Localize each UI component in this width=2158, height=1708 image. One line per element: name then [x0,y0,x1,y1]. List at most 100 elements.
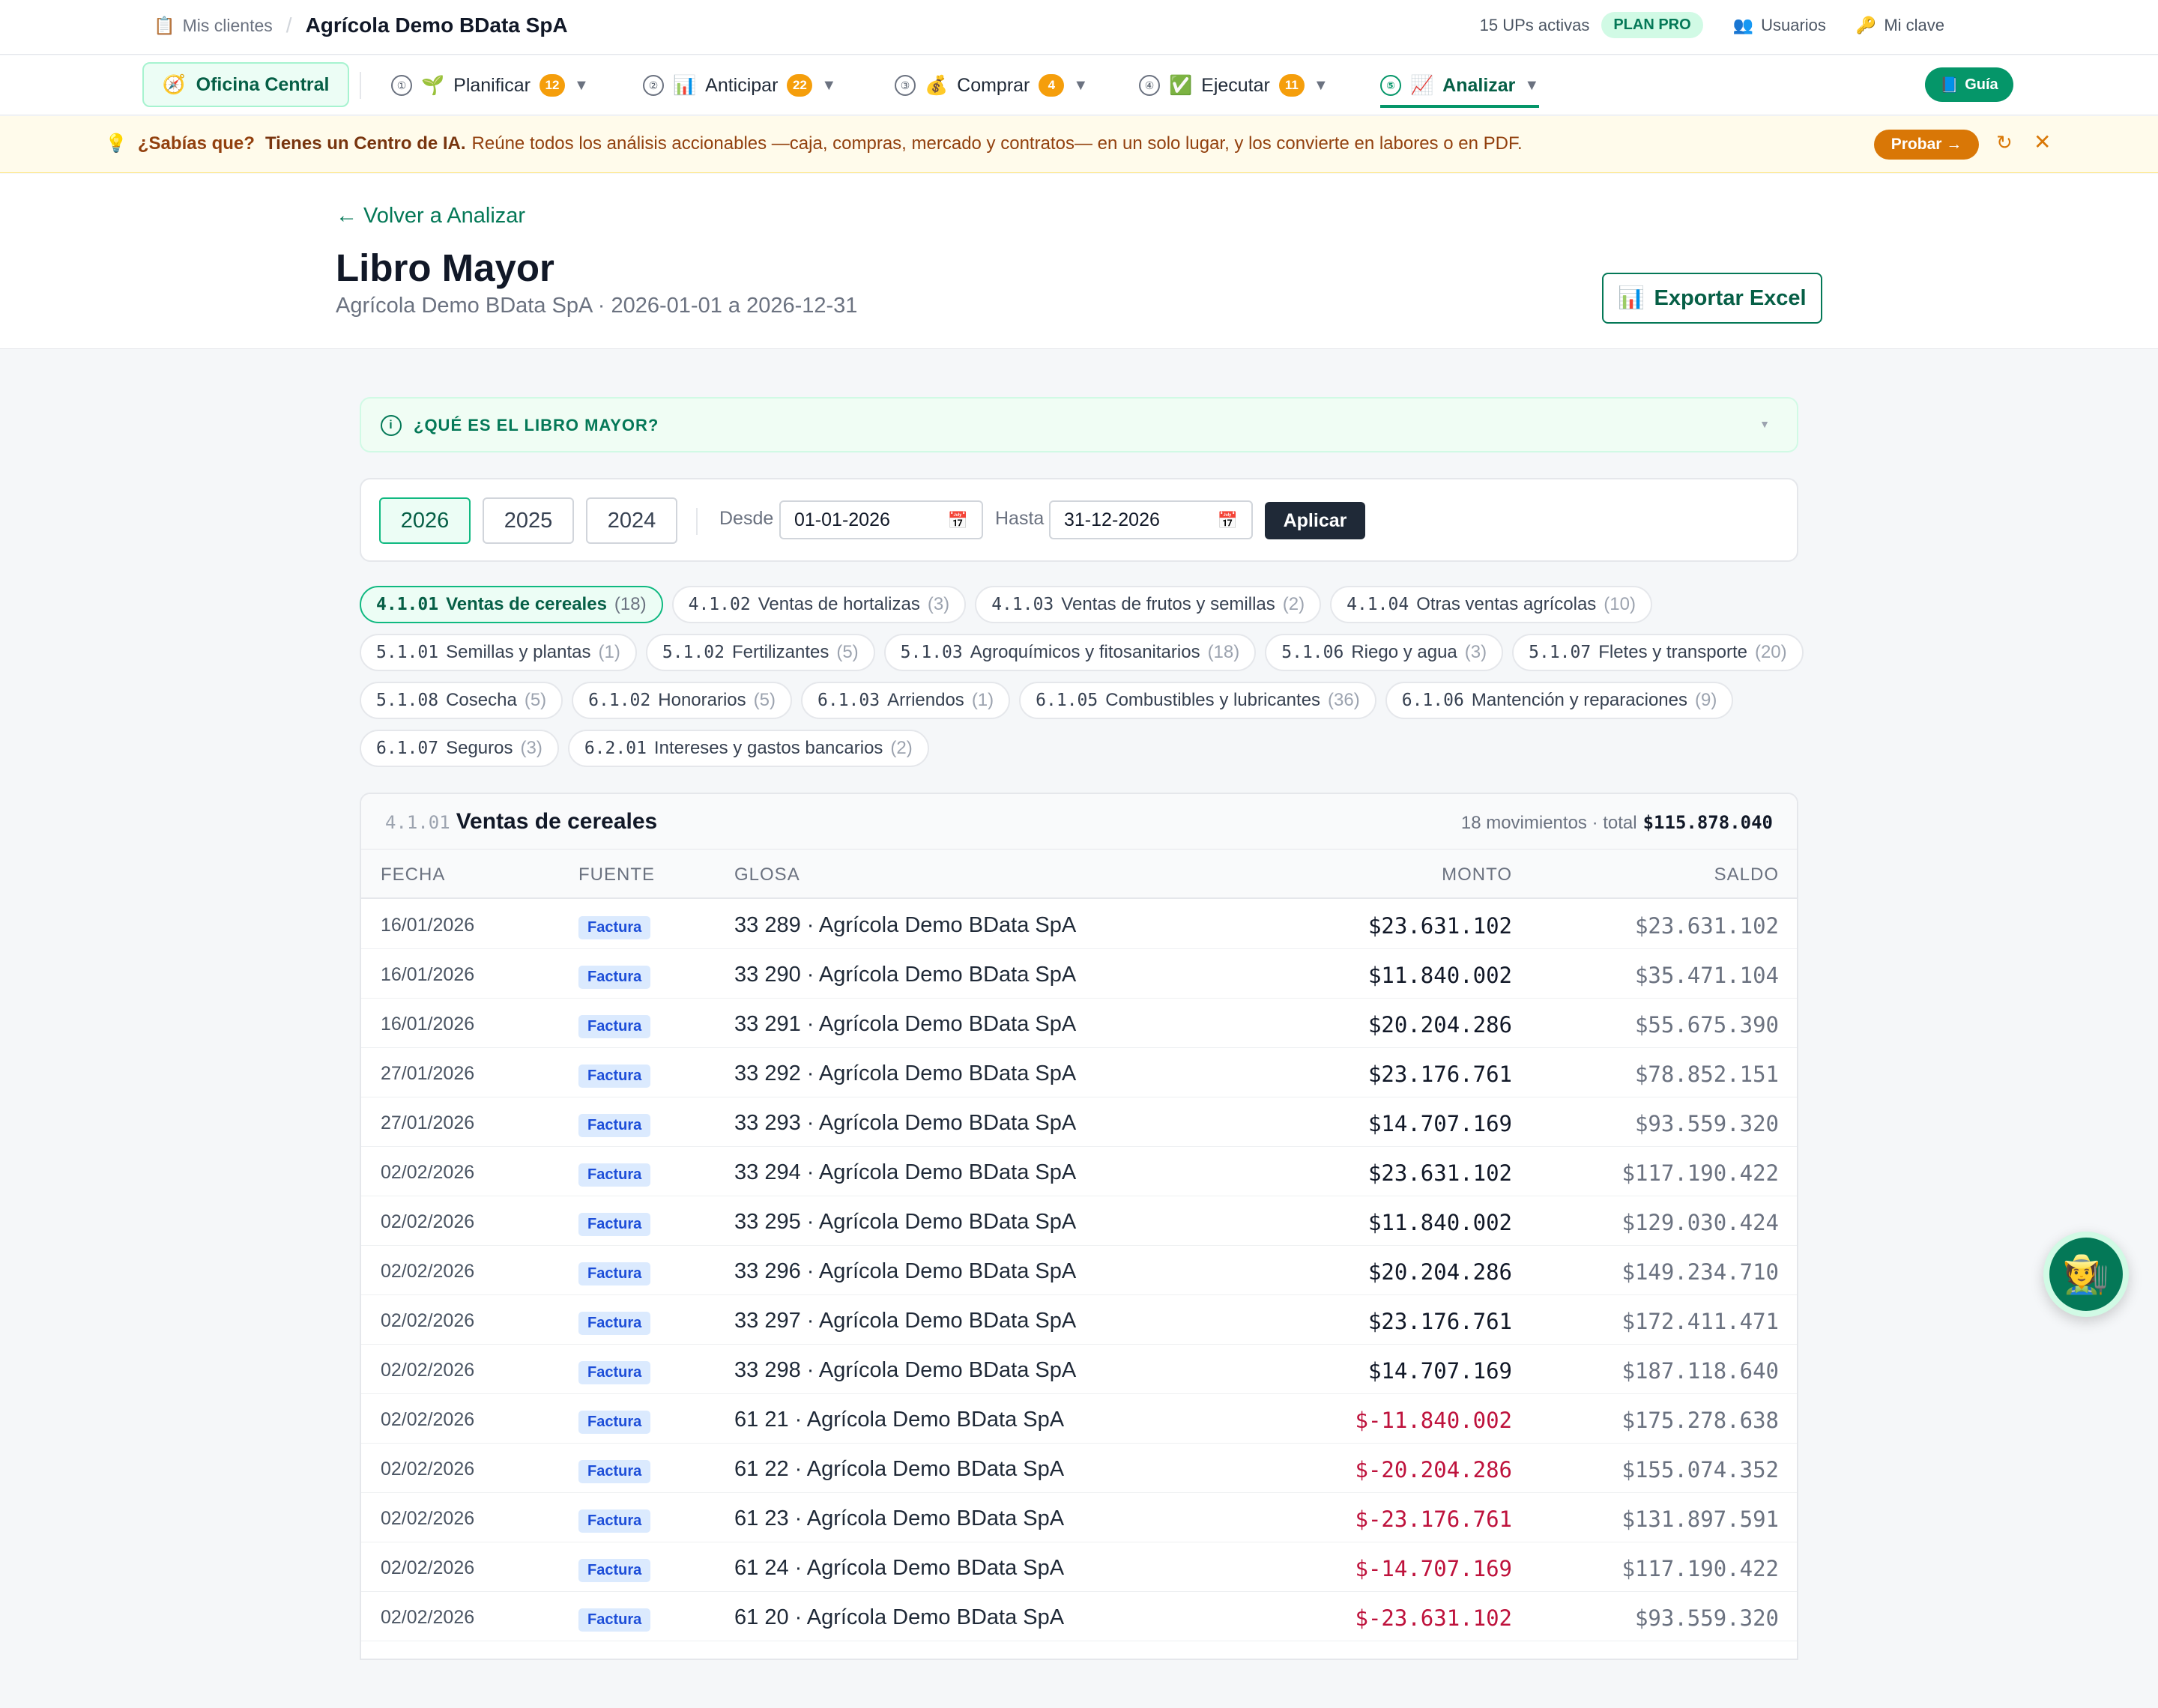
table-row[interactable]: 16/01/2026 Factura 33 290 · Agrícola Demo … [361,949,1797,999]
account-chip-6-1-07[interactable]: 6.1.07 Seguros (3) [360,730,559,767]
table-row[interactable]: 02/02/2026 Factura 33 297 · Agrícola Demo … [361,1295,1797,1345]
row-gloss: 61 20 · Agrícola Demo BData SpA [734,1605,1065,1629]
table-row[interactable]: 02/02/2026 Factura 61 24 · Agrícola Demo B… [361,1542,1797,1592]
account-chip-6-1-06[interactable]: 6.1.06 Mantención y reparaciones (9) [1385,682,1734,719]
table-header: FECHA FUENTE GLOSA MONTO SALDO [361,850,1797,899]
account-chip-6-1-03[interactable]: 6.1.03 Arriendos (1) [801,682,1011,719]
account-chip-6-1-05[interactable]: 6.1.05 Combustibles y lubricantes (36) [1019,682,1376,719]
row-amount: $23.176.761 [1367,1062,1512,1087]
table-row[interactable]: 27/01/2026 Factura 33 293 · Agrícola Demo … [361,1097,1797,1147]
ledger-summary: 18 movimientos · total $115.878.040 [1460,812,1773,833]
table-row[interactable]: 02/02/2026 Factura 61 23 · Agrícola Demo B… [361,1493,1797,1542]
table-row[interactable]: 27/01/2026 Factura 33 292 · Agrícola Demo … [361,1048,1797,1097]
row-gloss: 33 295 · Agrícola Demo BData SpA [734,1210,1077,1234]
col-source[interactable]: FUENTE [578,864,655,885]
account-chip-4-1-04[interactable]: 4.1.04 Otras ventas agrícolas (10) [1330,586,1652,623]
row-gloss: 33 291 · Agrícola Demo BData SpA [734,1012,1077,1036]
table-row[interactable]: 02/02/2026 Factura 33 296 · Agrícola Demo … [361,1246,1797,1295]
back-link[interactable]: ← Volver a Analizar [336,204,525,228]
account-chip-4-1-02[interactable]: 4.1.02 Ventas de hortalizas (3) [671,586,967,623]
source-badge: Factura [578,1509,651,1533]
nav-item-ejecutar[interactable]: ④ ✅ Ejecutar 11 ▼ [1139,55,1329,115]
checkmark-icon: ✅ [1169,74,1193,96]
row-amount: $23.631.102 [1367,1160,1512,1186]
table-row[interactable]: 02/02/2026 Factura 61 21 · Agrícola Demo B… [361,1394,1797,1444]
row-amount: $23.631.102 [1367,913,1512,939]
account-chip-6-2-01[interactable]: 6.2.01 Intereses y gastos bancarios (2) [567,730,929,767]
row-balance: $155.074.352 [1621,1457,1779,1483]
from-date-input[interactable]: 01-01-2026 📅 [779,500,983,539]
table-row[interactable]: 02/02/2026 Factura 61 20 · Agrícola Demo B… [361,1592,1797,1641]
password-link[interactable]: 🔑 Mi clave [1856,16,1944,35]
account-chip-5-1-02[interactable]: 5.1.02 Fertilizantes (5) [645,634,875,671]
nav-divider [360,72,361,99]
breadcrumb-separator: / [285,13,292,37]
calendar-icon[interactable]: 📅 [1218,511,1238,530]
users-link[interactable]: 👥 Usuarios [1733,16,1826,35]
my-clients-link[interactable]: 📋 Mis clientes [154,16,273,36]
col-gloss[interactable]: GLOSA [734,864,800,885]
source-badge: Factura [578,1411,651,1434]
assistant-button[interactable]: 🧑‍🌾 [2043,1232,2129,1317]
account-chip-5-1-03[interactable]: 5.1.03 Agroquímicos y fitosanitarios (18) [883,634,1257,671]
account-chip-6-1-02[interactable]: 6.1.02 Honorarios (5) [572,682,792,719]
try-button[interactable]: Probar → [1874,130,1979,160]
year-button-2026[interactable]: 2026 [379,497,471,544]
calendar-icon[interactable]: 📅 [948,511,968,530]
step-number: ④ [1139,75,1160,96]
table-row[interactable]: 02/02/2026 Factura 33 295 · Agrícola Demo … [361,1196,1797,1246]
source-badge: Factura [578,1114,651,1137]
guide-button[interactable]: 📘 Guía [1925,67,2013,102]
account-chip-4-1-03[interactable]: 4.1.03 Ventas de frutos y semillas (2) [975,586,1322,623]
table-row[interactable]: 16/01/2026 Factura 33 289 · Agrícola Demo … [361,900,1797,949]
col-date[interactable]: FECHA [381,864,445,885]
row-balance: $93.559.320 [1634,1605,1779,1631]
nav-item-analizar[interactable]: ⑤ 📈 Analizar ▼ [1380,55,1540,115]
trend-chart-icon: 📈 [1410,74,1434,96]
account-chip-5-1-07[interactable]: 5.1.07 Fletes y transporte (20) [1512,634,1804,671]
source-badge: Factura [578,1559,651,1582]
source-badge: Factura [578,1065,651,1088]
source-badge: Factura [578,1361,651,1384]
account-chip-4-1-01[interactable]: 4.1.01 Ventas de cereales (18) [360,586,663,623]
export-excel-button[interactable]: 📊 Exportar Excel [1602,273,1822,324]
account-chip-5-1-08[interactable]: 5.1.08 Cosecha (5) [360,682,563,719]
refresh-icon[interactable]: ↻ [1996,131,2013,154]
main-nav: 🧭 Oficina Central ① 🌱 Planificar 12 ▼ ② … [0,55,2158,115]
row-balance: $117.190.422 [1621,1556,1779,1581]
row-gloss: 33 294 · Agrícola Demo BData SpA [734,1160,1077,1184]
row-date: 02/02/2026 [381,1360,475,1381]
table-row[interactable]: 02/02/2026 Factura 61 22 · Agrícola Demo B… [361,1444,1797,1493]
apply-button[interactable]: Aplicar [1265,502,1365,539]
office-button[interactable]: 🧭 Oficina Central [142,62,349,107]
col-balance[interactable]: SALDO [1714,864,1779,885]
tip-message: 💡 ¿Sabías que? Tienes un Centro de IA. R… [105,133,1523,154]
table-row[interactable]: 16/01/2026 Factura 33 291 · Agrícola Demo … [361,999,1797,1048]
account-chip-5-1-01[interactable]: 5.1.01 Semillas y plantas (1) [360,634,637,671]
row-gloss: 61 23 · Agrícola Demo BData SpA [734,1506,1065,1530]
year-button-2024[interactable]: 2024 [586,497,677,544]
to-date-input[interactable]: 31-12-2026 📅 [1049,500,1253,539]
col-amount[interactable]: MONTO [1442,864,1512,885]
year-button-2025[interactable]: 2025 [483,497,574,544]
row-amount: $-23.631.102 [1355,1605,1512,1631]
account-chip-5-1-06[interactable]: 5.1.06 Riego y agua (3) [1265,634,1504,671]
source-badge: Factura [578,1312,651,1335]
page-subtitle: Agrícola Demo BData SpA · 2026-01-01 a 2… [336,294,858,318]
row-date: 16/01/2026 [381,964,475,985]
info-accordion[interactable]: i ¿QUÉ ES EL LIBRO MAYOR? ▼ [360,397,1798,452]
key-icon: 🔑 [1855,15,1877,34]
nav-item-comprar[interactable]: ③ 💰 Comprar 4 ▼ [895,55,1088,115]
close-icon[interactable]: ✕ [2034,130,2051,154]
table-row[interactable]: 02/02/2026 Factura 33 298 · Agrícola Demo … [361,1345,1797,1394]
lightbulb-icon: 💡 [105,133,127,154]
row-date: 27/01/2026 [381,1063,475,1084]
ledger-card: 4.1.01 Ventas de cereales 18 movimientos… [360,793,1798,1660]
row-balance: $149.234.710 [1621,1259,1779,1285]
table-body: 16/01/2026 Factura 33 289 · Agrícola Demo … [361,900,1797,1641]
nav-item-planificar[interactable]: ① 🌱 Planificar 12 ▼ [391,55,589,115]
source-badge: Factura [578,1213,651,1236]
table-row[interactable]: 02/02/2026 Factura 33 294 · Agrícola Demo … [361,1147,1797,1196]
nav-item-anticipar[interactable]: ② 📊 Anticipar 22 ▼ [643,55,836,115]
source-badge: Factura [578,1262,651,1285]
